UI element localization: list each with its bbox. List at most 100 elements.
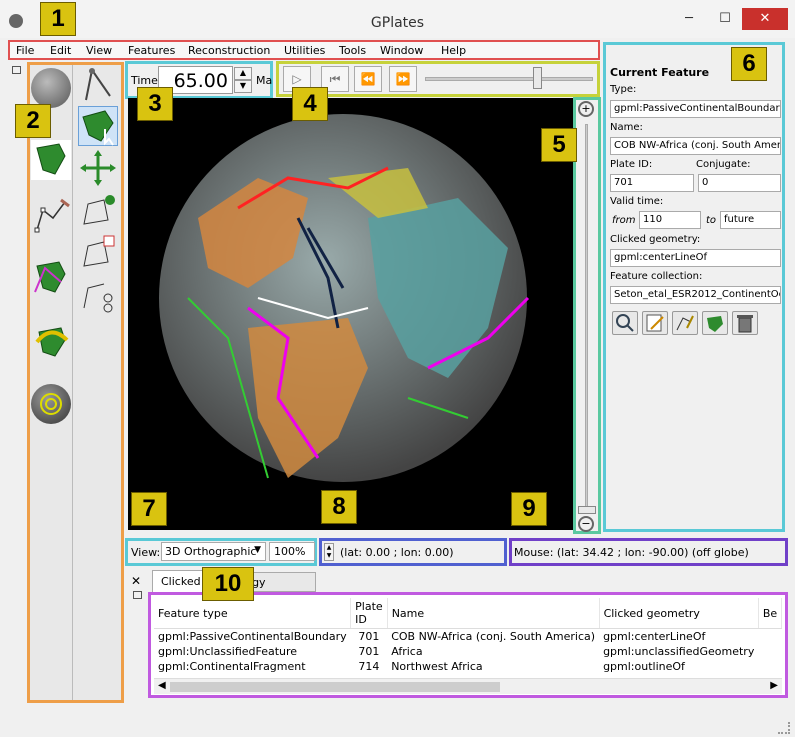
insert-vertex-tool-icon[interactable] — [78, 190, 118, 230]
clone-geometry-icon[interactable] — [672, 311, 698, 335]
menu-bar: File Edit View Features Reconstruction U… — [8, 40, 600, 60]
step-forward-button-icon[interactable]: ⏩ — [389, 66, 417, 92]
table-row[interactable]: gpml:UnclassifiedFeature 701 Africa gpml… — [154, 644, 782, 659]
cell-feature-type: gpml:UnclassifiedFeature — [158, 645, 298, 658]
projection-select[interactable]: 3D Orthographic ▼ — [161, 542, 266, 561]
zoom-out-icon[interactable]: − — [578, 516, 594, 532]
callout-3: 3 — [137, 87, 173, 121]
resize-grip-icon[interactable] — [778, 722, 790, 734]
callout-10: 10 — [202, 567, 254, 601]
projection-value: 3D Orthographic — [165, 545, 257, 558]
menu-view[interactable]: View — [86, 44, 112, 57]
choose-feature-tool-icon[interactable] — [31, 140, 71, 180]
clone-feature-icon[interactable] — [702, 311, 728, 335]
drag-globe-tool-icon[interactable] — [31, 68, 71, 108]
cell-name: Northwest Africa — [391, 660, 483, 673]
cell-feature-type: gpml:ContinentalFragment — [158, 660, 306, 673]
query-feature-icon[interactable] — [612, 311, 638, 335]
float-dock-icon[interactable] — [133, 591, 142, 599]
header-plate-id[interactable]: Plate ID — [350, 598, 388, 629]
conjugate-field[interactable]: 0 — [698, 174, 781, 192]
title-bar: GPlates ─ ☐ ✕ — [0, 0, 795, 38]
zoom-slider[interactable] — [585, 124, 588, 512]
tool-column-divider — [72, 65, 73, 700]
step-back-button-icon[interactable]: ⏪ — [354, 66, 382, 92]
cell-clicked-geometry: gpml:unclassifiedGeometry — [603, 645, 755, 658]
callout-6: 6 — [731, 47, 767, 81]
plate-id-field[interactable]: 701 — [610, 174, 694, 192]
menu-window[interactable]: Window — [380, 44, 423, 57]
camera-spin-icon[interactable]: ▲ ▼ — [324, 543, 334, 561]
time-spin-up-icon[interactable]: ▲ — [234, 67, 252, 80]
name-field[interactable]: COB NW-Africa (conj. South America) — [610, 137, 781, 155]
close-dock-icon[interactable]: ✕ — [131, 574, 141, 588]
type-field[interactable]: gpml:PassiveContinentalBoundary — [610, 100, 781, 118]
menu-reconstruction[interactable]: Reconstruction — [188, 44, 270, 57]
menu-tools[interactable]: Tools — [339, 44, 366, 57]
valid-time-label: Valid time: — [610, 196, 664, 207]
dock-float-icon[interactable] — [12, 66, 21, 74]
name-label: Name: — [610, 122, 643, 133]
menu-utilities[interactable]: Utilities — [284, 44, 325, 57]
table-row[interactable]: gpml:ContinentalFragment 714 Northwest A… — [154, 659, 782, 674]
horizontal-scrollbar[interactable]: ◀ ▶ — [154, 678, 782, 694]
build-topology-tool-icon[interactable] — [31, 258, 71, 298]
time-slider[interactable] — [425, 77, 593, 81]
feature-collection-label: Feature collection: — [610, 271, 703, 282]
plate-id-label: Plate ID: — [610, 159, 653, 170]
callout-7: 7 — [131, 492, 167, 526]
zoom-percent-field[interactable]: 100% — [269, 542, 315, 561]
header-clicked-geometry[interactable]: Clicked geometry — [599, 598, 759, 629]
clicked-geometry-field[interactable]: gpml:centerLineOf — [610, 249, 781, 267]
close-button[interactable]: ✕ — [742, 8, 788, 30]
feature-collection-field[interactable]: Seton_etal_ESR2012_ContinentOceanBoundar… — [610, 286, 781, 304]
digitise-geometry-tool-icon[interactable] — [31, 196, 71, 236]
scroll-left-icon[interactable]: ◀ — [158, 680, 166, 691]
zoom-slider-handle[interactable] — [578, 506, 596, 514]
small-circle-tool-icon[interactable] — [31, 384, 71, 424]
scrollbar-thumb[interactable] — [170, 682, 500, 692]
mouse-coords: Mouse: (lat: 34.42 ; lon: -90.00) (off g… — [514, 546, 749, 559]
header-begin[interactable]: Be — [758, 598, 782, 629]
type-label: Type: — [610, 84, 637, 95]
menu-features[interactable]: Features — [128, 44, 175, 57]
cell-clicked-geometry: gpml:outlineOf — [603, 660, 685, 673]
cell-clicked-geometry: gpml:centerLineOf — [603, 630, 706, 643]
cell-feature-type: gpml:PassiveContinentalBoundary — [158, 630, 347, 643]
callout-4: 4 — [292, 87, 328, 121]
move-vertex-tool-icon[interactable] — [78, 148, 118, 188]
header-name[interactable]: Name — [387, 598, 600, 629]
scroll-right-icon[interactable]: ▶ — [770, 680, 778, 691]
delete-vertex-tool-icon[interactable] — [78, 232, 118, 272]
clicked-geometry-label: Clicked geometry: — [610, 234, 701, 245]
valid-to-field[interactable]: future — [720, 211, 781, 229]
measure-distance-tool-icon[interactable] — [78, 66, 118, 106]
globe-canvas[interactable] — [128, 98, 573, 530]
cell-name: Africa — [391, 645, 423, 658]
table-row[interactable]: gpml:PassiveContinentalBoundary 701 COB … — [154, 629, 782, 645]
zoom-in-icon[interactable]: + — [578, 101, 594, 117]
cell-plate-id: 701 — [358, 630, 380, 643]
menu-help[interactable]: Help — [441, 44, 466, 57]
modify-pole-tool-icon[interactable] — [31, 322, 71, 362]
valid-from-field[interactable]: 110 — [639, 211, 701, 229]
camera-coords: (lat: 0.00 ; lon: 0.00) — [340, 546, 454, 559]
time-value: 65.00 — [173, 70, 228, 92]
callout-1: 1 — [40, 2, 76, 36]
from-label: from — [612, 215, 636, 226]
menu-file[interactable]: File — [16, 44, 34, 57]
select-feature-tool-icon[interactable] — [78, 106, 118, 146]
cell-plate-id: 714 — [358, 660, 380, 673]
callout-2: 2 — [15, 104, 51, 138]
chevron-down-icon: ▼ — [254, 545, 261, 555]
edit-feature-icon[interactable] — [642, 311, 668, 335]
maximize-button[interactable]: ☐ — [708, 8, 742, 30]
delete-feature-icon[interactable] — [732, 311, 758, 335]
minimize-button[interactable]: ─ — [672, 8, 706, 30]
header-feature-type[interactable]: Feature type — [154, 598, 352, 629]
time-slider-handle[interactable] — [533, 67, 542, 89]
split-feature-tool-icon[interactable] — [78, 274, 118, 314]
time-spin-down-icon[interactable]: ▼ — [234, 80, 252, 93]
callout-8: 8 — [321, 490, 357, 524]
menu-edit[interactable]: Edit — [50, 44, 71, 57]
